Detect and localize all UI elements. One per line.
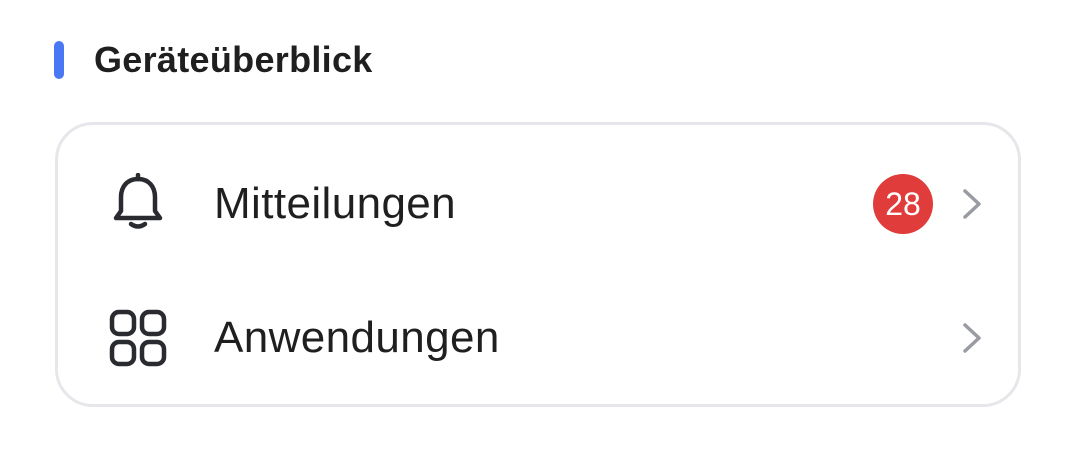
overview-card: Mitteilungen 28 Anwendungen (55, 122, 1021, 407)
section-accent-bar (54, 41, 64, 79)
section-title: Geräteüberblick (94, 39, 373, 80)
notification-count-badge: 28 (873, 174, 933, 234)
row-label-notifications: Mitteilungen (214, 179, 457, 228)
device-overview-page: Geräteüberblick Mitteilungen 28 Anwendun… (0, 0, 1080, 457)
chevron-right-icon (956, 184, 988, 224)
bell-icon (106, 172, 170, 236)
section-header: Geräteüberblick (54, 38, 373, 82)
apps-grid-icon (106, 306, 170, 370)
chevron-right-icon (956, 318, 988, 358)
row-notifications[interactable]: Mitteilungen 28 (58, 149, 1018, 259)
row-applications[interactable]: Anwendungen (58, 283, 1018, 393)
row-label-applications: Anwendungen (214, 313, 500, 362)
